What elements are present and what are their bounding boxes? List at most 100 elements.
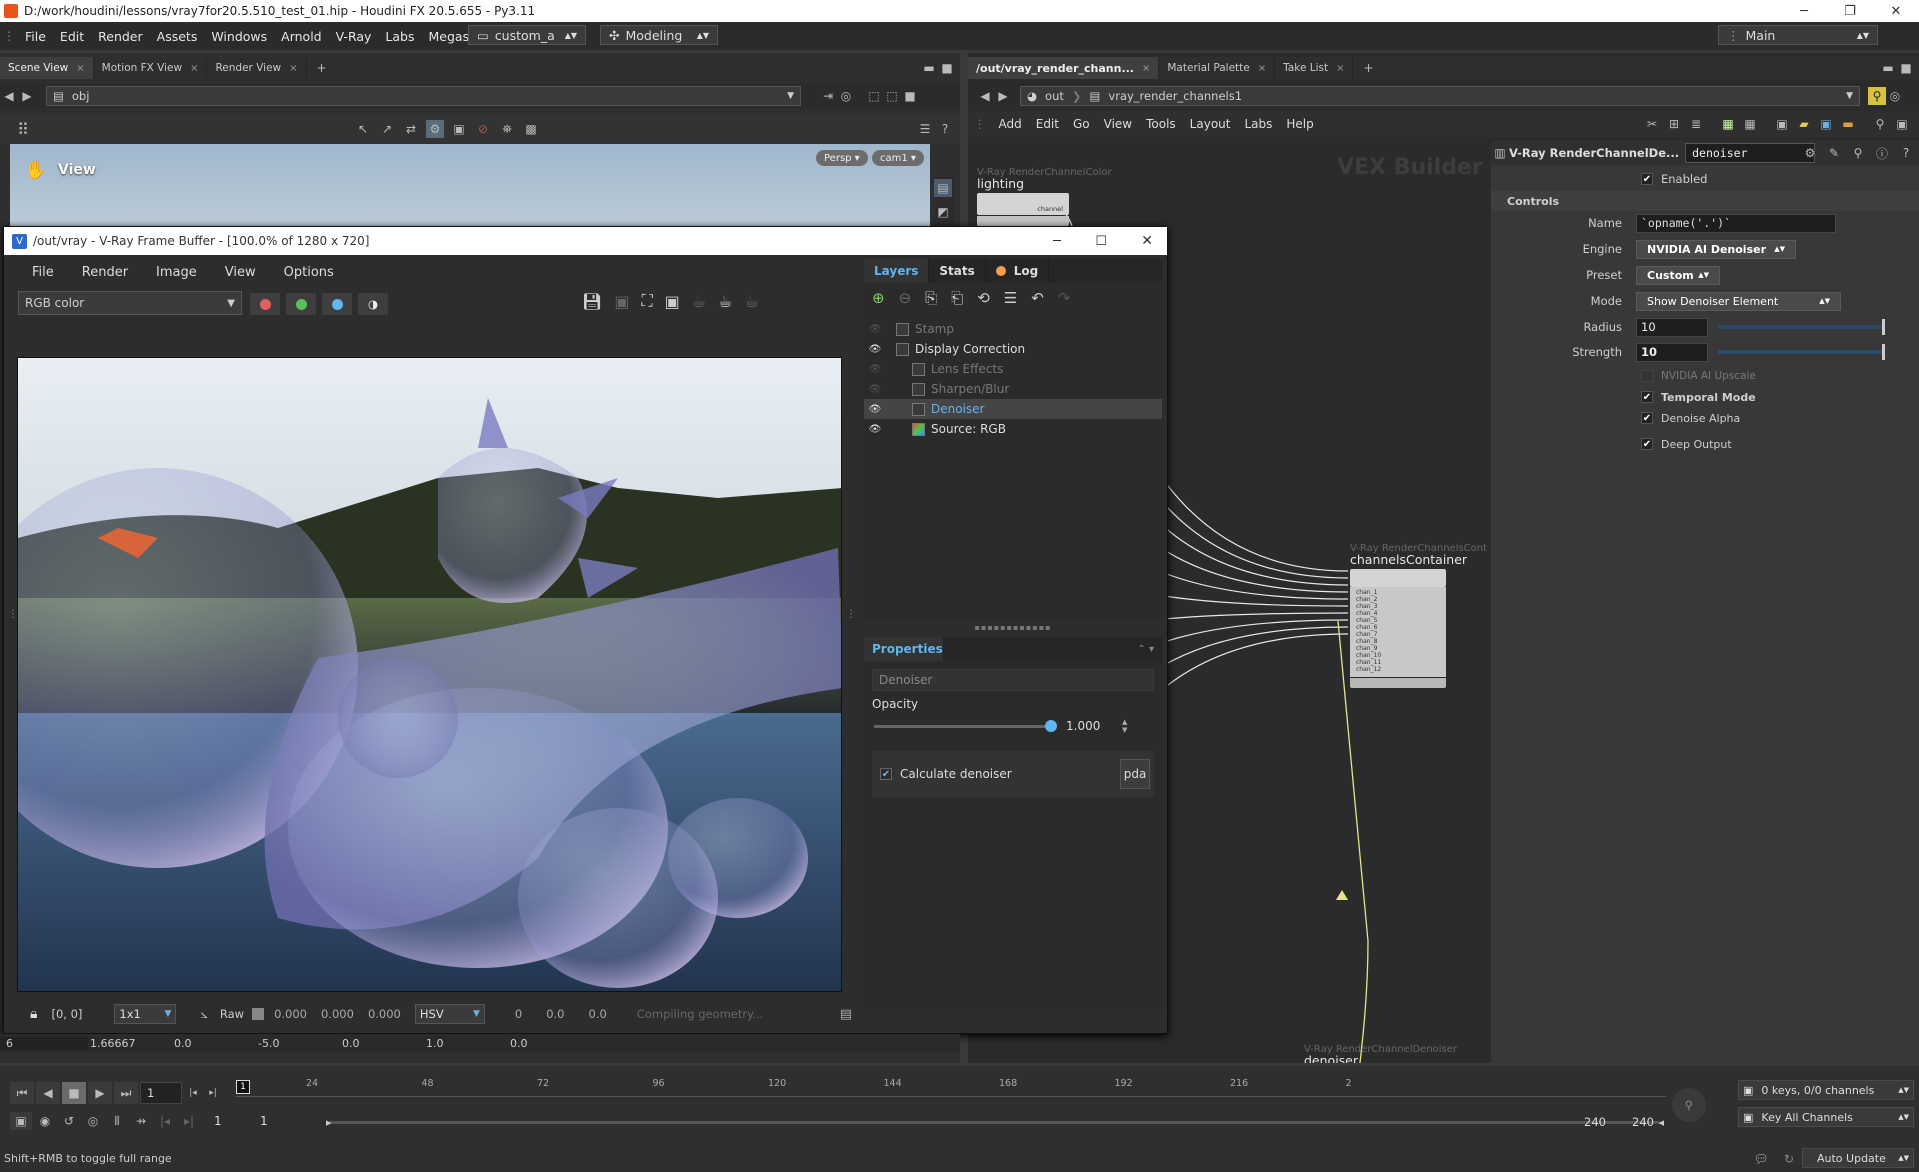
net-menu-help[interactable]: Help — [1279, 117, 1320, 131]
refresh-icon[interactable]: ↻ — [1780, 1150, 1798, 1168]
net-menu-layout[interactable]: Layout — [1183, 117, 1238, 131]
container-input[interactable]: chan_8 — [1356, 638, 1446, 645]
forward-arrow-icon[interactable]: ▶ — [18, 87, 36, 105]
eye-icon[interactable]: 👁︎ — [864, 344, 886, 355]
net-tab-2[interactable]: Take List × — [1275, 57, 1354, 79]
strength-slider[interactable] — [1718, 344, 1885, 360]
menu-file[interactable]: File — [18, 29, 53, 44]
close-tab-icon[interactable]: × — [1258, 63, 1266, 74]
net-menu-edit[interactable]: Edit — [1029, 117, 1066, 131]
current-frame-field[interactable]: 1 — [140, 1082, 182, 1104]
list-view-icon[interactable]: ≣ — [1687, 115, 1705, 133]
enabled-checkbox[interactable]: ✔ — [1641, 173, 1653, 185]
load-layers-icon[interactable]: ⎗ — [951, 289, 963, 307]
properties-tab[interactable]: Properties — [864, 637, 944, 661]
engine-select[interactable]: NVIDIA AI Denoiser ▲▼ — [1636, 239, 1796, 259]
range-right-icon[interactable]: ▸| — [178, 1112, 200, 1130]
preset-select[interactable]: Custom ▲▼ — [1636, 265, 1720, 285]
loop-icon[interactable]: ↺ — [58, 1112, 80, 1130]
viewport-layout-icon[interactable]: ■ — [901, 87, 919, 105]
layer-name-field[interactable]: Denoiser — [872, 669, 1154, 691]
container-input[interactable]: chan_10 — [1356, 652, 1446, 659]
tab-motion-fx-view[interactable]: Motion FX View × — [94, 57, 208, 79]
menu-arnold[interactable]: Arnold — [274, 29, 328, 44]
ai-upscale-toggle[interactable]: NVIDIA AI Upscale — [1641, 366, 1756, 386]
range-slider[interactable]: ▸ ◂ — [326, 1116, 1664, 1129]
channels-container-node[interactable]: V-Ray RenderChannelsCont channelsContain… — [1350, 543, 1486, 688]
redo-icon[interactable]: ↷ — [1058, 289, 1071, 307]
container-input[interactable]: chan_6 — [1356, 624, 1446, 631]
vfb-tab-layers[interactable]: Layers — [864, 259, 930, 283]
range-left-icon[interactable]: |◂ — [154, 1112, 176, 1130]
remove-layer-icon[interactable]: ⊖ — [899, 289, 912, 307]
link-icon[interactable]: ◎ — [837, 87, 855, 105]
keys-channels-select[interactable]: ▣ 0 keys, 0/0 channels ▲▼ — [1738, 1080, 1914, 1100]
region-render-icon[interactable]: ⛶ — [641, 291, 652, 311]
network-path-field[interactable]: ◕ out ❯ ▤ vray_render_channels1 ▼ — [1020, 86, 1860, 106]
keys-icon[interactable]: ⫴ — [106, 1112, 128, 1130]
brush-icon[interactable]: ✎ — [1825, 144, 1843, 162]
eye-off-icon[interactable]: 👁︎ — [864, 364, 886, 375]
key-mode-icon[interactable]: ⚲ — [1672, 1088, 1706, 1122]
follow-mouse-icon[interactable]: ▣ — [665, 292, 680, 311]
netbox-icon[interactable]: ▣ — [1817, 115, 1835, 133]
help-icon[interactable]: ? — [936, 120, 954, 138]
opacity-spinner[interactable]: ▲ ▼ — [1122, 718, 1127, 734]
node-name-field[interactable]: denoiser — [1685, 143, 1816, 163]
timeline-bar[interactable]: 1 24 48 72 96 120 144 168 192 216 2 — [236, 1078, 1666, 1108]
menu-assets[interactable]: Assets — [150, 29, 205, 44]
calculate-denoiser-checkbox[interactable]: ✔ — [880, 768, 892, 780]
color-picker-icon[interactable]: ⦣ — [200, 1007, 207, 1022]
close-tab-icon[interactable]: × — [1336, 63, 1344, 74]
desktop-select[interactable]: ▭ custom_a ▲▼ — [468, 25, 586, 45]
container-input[interactable]: chan_2 — [1356, 596, 1446, 603]
vfb-tab-stats[interactable]: Stats — [929, 259, 986, 283]
prev-key-icon[interactable]: |◂ — [184, 1084, 202, 1102]
menu-vray[interactable]: V-Ray — [329, 29, 379, 44]
stop-playback-icon[interactable]: ■ — [62, 1082, 86, 1104]
vfb-menu-view[interactable]: View — [211, 265, 270, 280]
net-link-icon[interactable]: ◎ — [1886, 87, 1904, 105]
shelf-set-select[interactable]: ✣ Modeling ▲▼ — [600, 25, 718, 45]
grid-dots-icon[interactable]: ⠿ — [14, 120, 32, 139]
net-pane-menu-icon[interactable]: ▬ — [1879, 59, 1897, 77]
properties-menu-icon[interactable]: ⌃ ▾ — [1137, 644, 1154, 655]
snap-tool-icon[interactable]: ⚙ — [426, 120, 444, 138]
channel-select[interactable]: RGB color ▼ — [18, 291, 242, 315]
menu-render[interactable]: Render — [91, 29, 150, 44]
render-region-icon[interactable]: ⛯ — [498, 120, 516, 138]
realtime-icon[interactable]: ▣ — [10, 1112, 32, 1130]
container-input[interactable]: chan_9 — [1356, 645, 1446, 652]
sim-icon[interactable]: ◎ — [82, 1112, 104, 1130]
radius-field[interactable]: 10 — [1636, 317, 1708, 337]
menu-labs[interactable]: Labs — [378, 29, 421, 44]
layer-item[interactable]: 👁︎ Lens Effects — [864, 359, 1162, 379]
select-tool-icon[interactable]: ↖ — [354, 120, 372, 138]
display-icon[interactable]: ▤ — [934, 179, 952, 197]
red-channel-button[interactable] — [250, 293, 280, 315]
controls-header[interactable]: Controls — [1491, 191, 1919, 211]
add-tab-icon[interactable]: + — [313, 59, 331, 77]
close-tab-icon[interactable]: × — [76, 63, 84, 74]
render-image[interactable] — [17, 357, 842, 992]
denoise-now-button[interactable]: pda — [1120, 759, 1150, 789]
ipr-icon[interactable]: ▩ — [522, 120, 540, 138]
gear-icon[interactable]: ⚙ — [1801, 144, 1819, 162]
vfb-minimize-button[interactable]: ─ — [1053, 234, 1061, 249]
camera-menu[interactable]: cam1 ▾ — [872, 150, 924, 166]
list-icon[interactable]: ☰ — [916, 120, 934, 138]
range-icon[interactable]: ⇸ — [130, 1112, 152, 1130]
temporal-mode-checkbox[interactable]: ✔ — [1641, 391, 1653, 403]
layer-list-icon[interactable]: ☰ — [1004, 289, 1017, 307]
color-space-select[interactable]: HSV ▼ — [414, 1004, 485, 1024]
playhead[interactable]: 1 — [236, 1080, 250, 1094]
auto-update-select[interactable]: Auto Update ▲▼ — [1802, 1148, 1914, 1168]
thumbs-icon[interactable]: ▦ — [1741, 115, 1759, 133]
opacity-slider[interactable] — [874, 719, 1057, 732]
workspace-select[interactable]: ⋮ Main ▲▼ — [1718, 25, 1878, 45]
chat-icon[interactable]: 💬︎ — [1752, 1150, 1770, 1168]
tab-render-view[interactable]: Render View × — [207, 57, 307, 79]
save-all-icon[interactable]: ▣ — [614, 292, 629, 311]
param-search-icon[interactable]: ⚲ — [1849, 144, 1867, 162]
vfb-menu-render[interactable]: Render — [68, 265, 142, 280]
